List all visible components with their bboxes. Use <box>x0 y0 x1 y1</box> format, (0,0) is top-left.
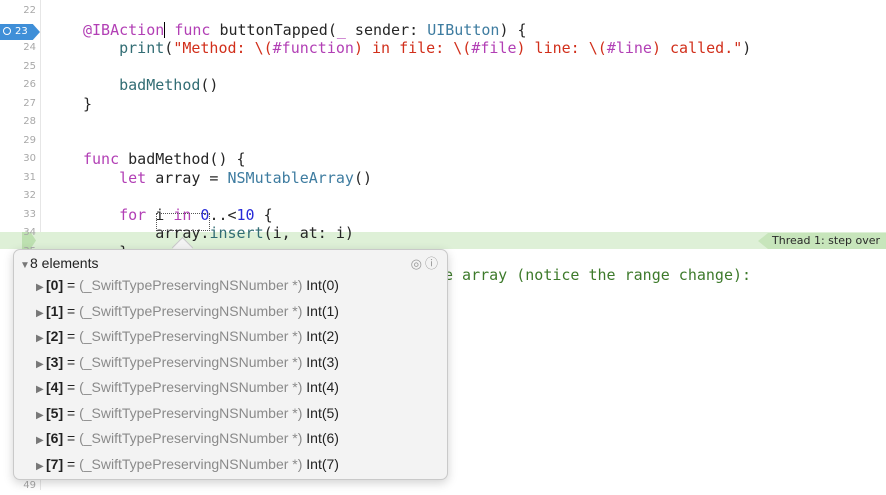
list-item[interactable]: ▶ [1] = (_SwiftTypePreservingNSNumber *) … <box>36 300 339 322</box>
disclosure-collapsed-icon[interactable]: ▶ <box>36 303 46 325</box>
element-type: (_SwiftTypePreservingNSNumber *) <box>79 455 303 472</box>
element-type: (_SwiftTypePreservingNSNumber *) <box>79 430 303 446</box>
disclosure-collapsed-icon[interactable]: ▶ <box>36 405 46 427</box>
code-text: let array = NSMutableArray() <box>119 168 372 187</box>
element-type: (_SwiftTypePreservingNSNumber *) <box>79 328 303 344</box>
element-value: Int(4) <box>306 379 339 395</box>
code-text: array.insert(i, at: i) <box>83 224 354 242</box>
breakpoint-indicator[interactable]: 23 <box>0 24 40 40</box>
code-line[interactable]: 22 <box>0 2 886 20</box>
line-number[interactable]: 27 <box>0 95 36 113</box>
code-line[interactable]: 30 func badMethod() { <box>0 150 886 168</box>
disclosure-collapsed-icon[interactable]: ▶ <box>36 430 46 452</box>
element-index: [3] <box>46 353 64 370</box>
disclosure-collapsed-icon[interactable]: ▶ <box>36 277 46 299</box>
list-item[interactable]: ▶ [3] = (_SwiftTypePreservingNSNumber *) … <box>36 351 339 373</box>
line-number[interactable]: 26 <box>0 76 36 94</box>
disclosure-collapsed-icon[interactable]: ▶ <box>36 379 46 401</box>
element-type: (_SwiftTypePreservingNSNumber *) <box>79 302 303 319</box>
list-item[interactable]: ▶ [6] = (_SwiftTypePreservingNSNumber *) … <box>36 427 339 449</box>
code-line[interactable]: 33 for i in 0..<10 { <box>0 206 886 224</box>
element-type: (_SwiftTypePreservingNSNumber *) <box>79 353 303 370</box>
code-line[interactable]: 31 let array = NSMutableArray() <box>0 169 886 187</box>
popover-header[interactable]: ▼8 elements <box>20 252 98 274</box>
list-item[interactable]: ▶ [2] = (_SwiftTypePreservingNSNumber *) … <box>36 325 339 347</box>
eye-icon[interactable]: ◎ <box>411 256 425 271</box>
code-text: @IBAction func buttonTapped(_ sender: UI… <box>83 20 527 39</box>
disclosure-collapsed-icon[interactable]: ▶ <box>36 354 46 376</box>
code-text: } <box>83 94 93 113</box>
list-item[interactable]: ▶ [7] = (_SwiftTypePreservingNSNumber *) … <box>36 453 339 475</box>
info-icon[interactable]: ⓘ <box>425 256 441 271</box>
line-number[interactable]: 31 <box>0 169 36 187</box>
code-line[interactable]: 27} <box>0 95 886 113</box>
element-type: (_SwiftTypePreservingNSNumber *) <box>79 277 303 293</box>
line-number[interactable]: 33 <box>0 206 36 224</box>
list-item[interactable]: ▶ [5] = (_SwiftTypePreservingNSNumber *) … <box>36 402 339 424</box>
element-value: Int(6) <box>306 430 339 446</box>
breakpoint-icon <box>3 27 11 35</box>
element-type: (_SwiftTypePreservingNSNumber *) <box>79 379 303 395</box>
line-number[interactable]: 22 <box>0 2 36 20</box>
code-line[interactable]: @IBAction func buttonTapped(_ sender: UI… <box>0 21 886 39</box>
element-value: Int(7) <box>306 455 339 472</box>
code-line[interactable]: 26 badMethod() <box>0 76 886 94</box>
line-number[interactable]: 28 <box>0 113 36 131</box>
element-value: Int(0) <box>306 277 339 293</box>
element-index: [7] <box>46 455 64 472</box>
list-item[interactable]: ▶ [4] = (_SwiftTypePreservingNSNumber *) … <box>36 376 339 398</box>
line-number[interactable]: 34 <box>0 224 36 242</box>
element-index: [6] <box>46 430 64 446</box>
disclosure-collapsed-icon[interactable]: ▶ <box>36 328 46 350</box>
list-item[interactable]: ▶ [0] = (_SwiftTypePreservingNSNumber *) … <box>36 274 339 296</box>
line-number[interactable]: 25 <box>0 58 36 76</box>
line-number[interactable]: 32 <box>0 187 36 205</box>
code-line[interactable]: 29 <box>0 132 886 150</box>
code-text: func badMethod() { <box>83 150 246 168</box>
breakpoint-line-number: 23 <box>15 26 28 37</box>
code-text: print("Method: \(#function) in file: \(#… <box>119 39 752 57</box>
variable-inspector-popover[interactable]: ▼8 elements ◎ⓘ ▶ [0] = (_SwiftTypePreserv… <box>13 249 448 480</box>
code-line[interactable]: 24 print("Method: \(#function) in file: … <box>0 39 886 57</box>
element-index: [5] <box>46 404 64 421</box>
code-comment-text: e array (notice the range change): <box>444 266 752 284</box>
code-line[interactable]: 34 array.insert(i, at: i) <box>0 224 886 242</box>
code-line[interactable]: 25 <box>0 58 886 76</box>
element-index: [1] <box>46 302 64 319</box>
line-number[interactable]: 30 <box>0 150 36 168</box>
elements-count: 8 elements <box>30 255 99 271</box>
hovered-variable-highlight[interactable] <box>156 213 210 231</box>
code-text: badMethod() <box>119 76 219 94</box>
element-value: Int(5) <box>306 404 339 421</box>
element-value: Int(1) <box>306 302 339 319</box>
element-index: [0] <box>46 277 64 293</box>
element-index: [4] <box>46 379 64 395</box>
code-editor[interactable]: Thread 1: step over 22 @IBAction func but… <box>0 0 886 491</box>
code-line[interactable]: 32 <box>0 187 886 205</box>
element-index: [2] <box>46 328 64 344</box>
code-line[interactable]: 28 <box>0 113 886 131</box>
disclosure-expanded-icon[interactable]: ▼ <box>20 255 30 277</box>
element-type: (_SwiftTypePreservingNSNumber *) <box>79 404 303 421</box>
line-number[interactable]: 24 <box>0 39 36 57</box>
popover-actions: ◎ⓘ <box>411 253 441 272</box>
element-value: Int(3) <box>306 353 339 370</box>
disclosure-collapsed-icon[interactable]: ▶ <box>36 456 46 478</box>
element-value: Int(2) <box>306 328 339 344</box>
line-number[interactable]: 29 <box>0 132 36 150</box>
